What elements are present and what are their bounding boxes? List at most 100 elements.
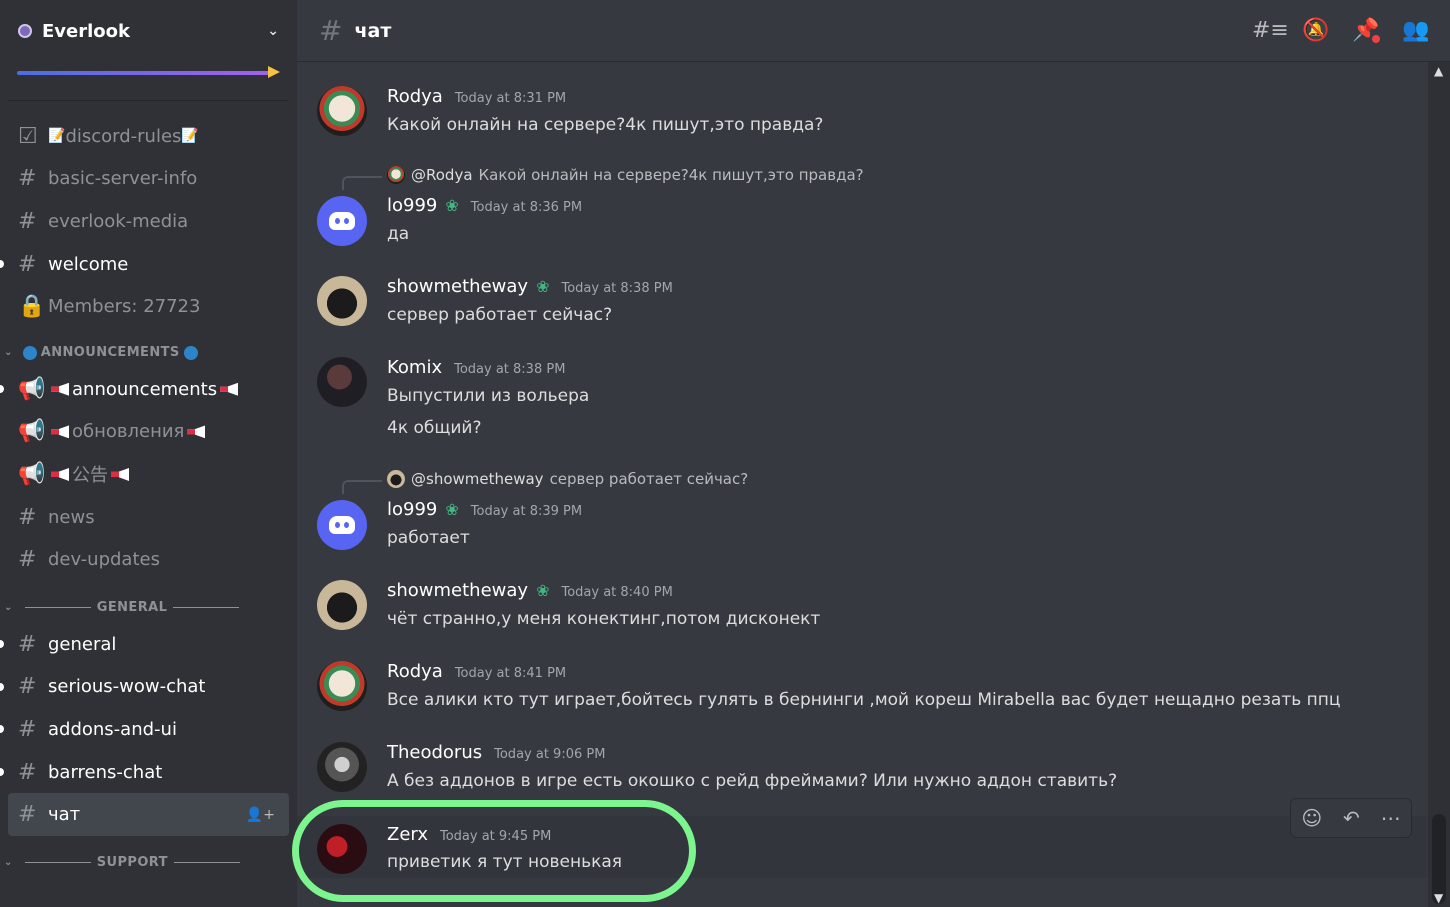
channel-announcement-cn[interactable]: 📢 公告	[0, 453, 297, 496]
channel-label: dev-updates	[48, 549, 160, 571]
username[interactable]: Theodorus	[387, 742, 482, 763]
avatar[interactable]	[317, 86, 367, 136]
chevron-down-icon[interactable]: ⌄	[267, 23, 279, 39]
message-text: чёт странно,у меня конектинг,потом диско…	[387, 609, 821, 629]
megaphone-icon	[187, 425, 206, 439]
channel-everlook-media[interactable]: # everlook-media	[0, 200, 297, 243]
timestamp: Today at 8:38 PM	[454, 362, 566, 377]
hash-icon: #	[18, 716, 37, 742]
chevron-up-icon[interactable]: ▲	[1434, 64, 1443, 78]
reply-text: сервер работает сейчас?	[549, 470, 749, 488]
hash-icon: #	[18, 166, 37, 192]
username[interactable]: showmetheway	[387, 580, 528, 601]
channel-members-count[interactable]: 🔒 Members: 27723	[0, 285, 297, 328]
message[interactable]: showmetheway ❀ Today at 8:40 PM чёт стра…	[297, 576, 1427, 646]
channel-news[interactable]: # news	[0, 496, 297, 539]
pin-icon[interactable]: 📌	[1352, 17, 1380, 45]
megaphone-icon	[111, 467, 129, 481]
message-text: Выпустили из вольера	[387, 386, 590, 406]
username[interactable]: Rodya	[387, 86, 443, 107]
hash-icon: #	[18, 631, 37, 657]
category-general[interactable]: ⌄ GENERAL	[0, 593, 297, 623]
hash-icon: #	[18, 504, 37, 530]
channel-discord-rules[interactable]: ☑ 📝 discord-rules 📝	[0, 115, 297, 158]
channel-addons-and-ui[interactable]: # addons-and-ui	[0, 708, 297, 751]
message-text: сервер работает сейчас?	[387, 305, 613, 325]
channel-announcements[interactable]: 📢 announcements	[0, 368, 297, 411]
channel-welcome[interactable]: # welcome	[0, 243, 297, 286]
mute-bell-icon[interactable]: 🔕	[1302, 17, 1330, 45]
channel-serious-wow-chat[interactable]: # serious-wow-chat	[0, 666, 297, 709]
members-icon[interactable]: 👥	[1402, 17, 1430, 45]
more-options-icon[interactable]: ⋯	[1381, 806, 1401, 830]
username[interactable]: lo999	[387, 499, 437, 520]
reply-connector	[342, 176, 382, 190]
threads-icon[interactable]: #≡	[1252, 17, 1289, 45]
channel-chat[interactable]: # чат 👤+	[8, 793, 289, 836]
username[interactable]: lo999	[387, 195, 437, 216]
message-text: А без аддонов в игре есть окошко с рейд …	[387, 771, 1118, 791]
channel-label: discord-rules	[65, 125, 182, 147]
message[interactable]: Komix Today at 8:38 PM Выпустили из воль…	[297, 353, 1427, 453]
category-announcements[interactable]: ⌄ ANNOUNCEMENTS	[0, 338, 297, 368]
avatar[interactable]	[317, 357, 367, 407]
reply-arrow-icon[interactable]: ↶	[1343, 806, 1360, 830]
message-list[interactable]: Rodya Today at 8:31 PM Какой онлайн на с…	[297, 62, 1427, 907]
divider	[173, 607, 240, 609]
server-header[interactable]: Everlook ⌄	[0, 0, 297, 62]
avatar[interactable]	[317, 580, 367, 630]
reply-mention[interactable]: @Rodya	[411, 166, 473, 184]
channel-label: barrens-chat	[48, 761, 163, 783]
boost-progress-bar[interactable]	[0, 62, 297, 90]
message[interactable]: Rodya Today at 8:41 PM Все алики кто тут…	[297, 657, 1427, 727]
add-reaction-icon[interactable]: ☺	[1301, 806, 1322, 830]
chevron-down-icon[interactable]: ▼	[1434, 891, 1443, 905]
channel-updates-ru[interactable]: 📢 обновления	[0, 411, 297, 454]
chevron-down-icon: ⌄	[4, 347, 13, 359]
sprout-badge-icon: ❀	[536, 581, 550, 600]
category-label: SUPPORT	[96, 855, 168, 871]
username[interactable]: Rodya	[387, 661, 443, 682]
timestamp: Today at 9:06 PM	[494, 747, 606, 762]
channel-label: news	[48, 506, 95, 528]
avatar[interactable]	[317, 661, 367, 711]
message[interactable]: @showmetheway сервер работает сейчас? lo…	[297, 466, 1427, 556]
channel-label: welcome	[48, 253, 129, 275]
reply-preview[interactable]: @Rodya Какой онлайн на сервере?4к пишут,…	[387, 166, 864, 184]
reply-text: Какой онлайн на сервере?4к пишут,это пра…	[478, 166, 864, 184]
channel-barrens-chat[interactable]: # barrens-chat	[0, 751, 297, 794]
notification-dot	[1372, 34, 1380, 43]
channel-dev-updates[interactable]: # dev-updates	[0, 538, 297, 581]
avatar	[387, 166, 405, 184]
message[interactable]: showmetheway ❀ Today at 8:38 PM сервер р…	[297, 272, 1427, 342]
username[interactable]: showmetheway	[387, 276, 528, 297]
message[interactable]: Rodya Today at 8:31 PM Какой онлайн на с…	[297, 82, 1427, 152]
hash-icon: #	[18, 251, 37, 277]
sprout-badge-icon: ❀	[445, 500, 459, 519]
channel-label: addons-and-ui	[48, 718, 177, 740]
reply-mention[interactable]: @showmetheway	[411, 470, 544, 488]
timestamp: Today at 8:39 PM	[470, 504, 583, 519]
category-support[interactable]: ⌄ SUPPORT	[0, 848, 297, 878]
message[interactable]: @Rodya Какой онлайн на сервере?4к пишут,…	[297, 162, 1427, 252]
avatar[interactable]	[317, 500, 367, 550]
avatar[interactable]	[317, 276, 367, 326]
message[interactable]: Theodorus Today at 9:06 PM А без аддонов…	[297, 738, 1427, 808]
channel-general[interactable]: # general	[0, 623, 297, 666]
avatar[interactable]	[317, 196, 367, 246]
boost-progress-line	[17, 71, 272, 75]
avatar[interactable]	[317, 742, 367, 792]
megaphone-icon	[220, 382, 239, 396]
megaphone-icon	[51, 382, 69, 396]
scrollbar[interactable]: ▲ ▼	[1428, 62, 1450, 907]
sprout-badge-icon: ❀	[536, 277, 550, 296]
divider	[24, 862, 91, 864]
username[interactable]: Komix	[387, 357, 442, 378]
channel-label: general	[48, 633, 117, 655]
channel-header: # чат #≡ 🔕 📌 👥	[297, 0, 1450, 62]
channel-label: basic-server-info	[48, 168, 198, 190]
reply-preview[interactable]: @showmetheway сервер работает сейчас?	[387, 470, 748, 488]
channel-basic-server-info[interactable]: # basic-server-info	[0, 158, 297, 201]
invite-member-icon[interactable]: 👤+	[246, 807, 275, 823]
timestamp: Today at 8:41 PM	[454, 666, 567, 681]
